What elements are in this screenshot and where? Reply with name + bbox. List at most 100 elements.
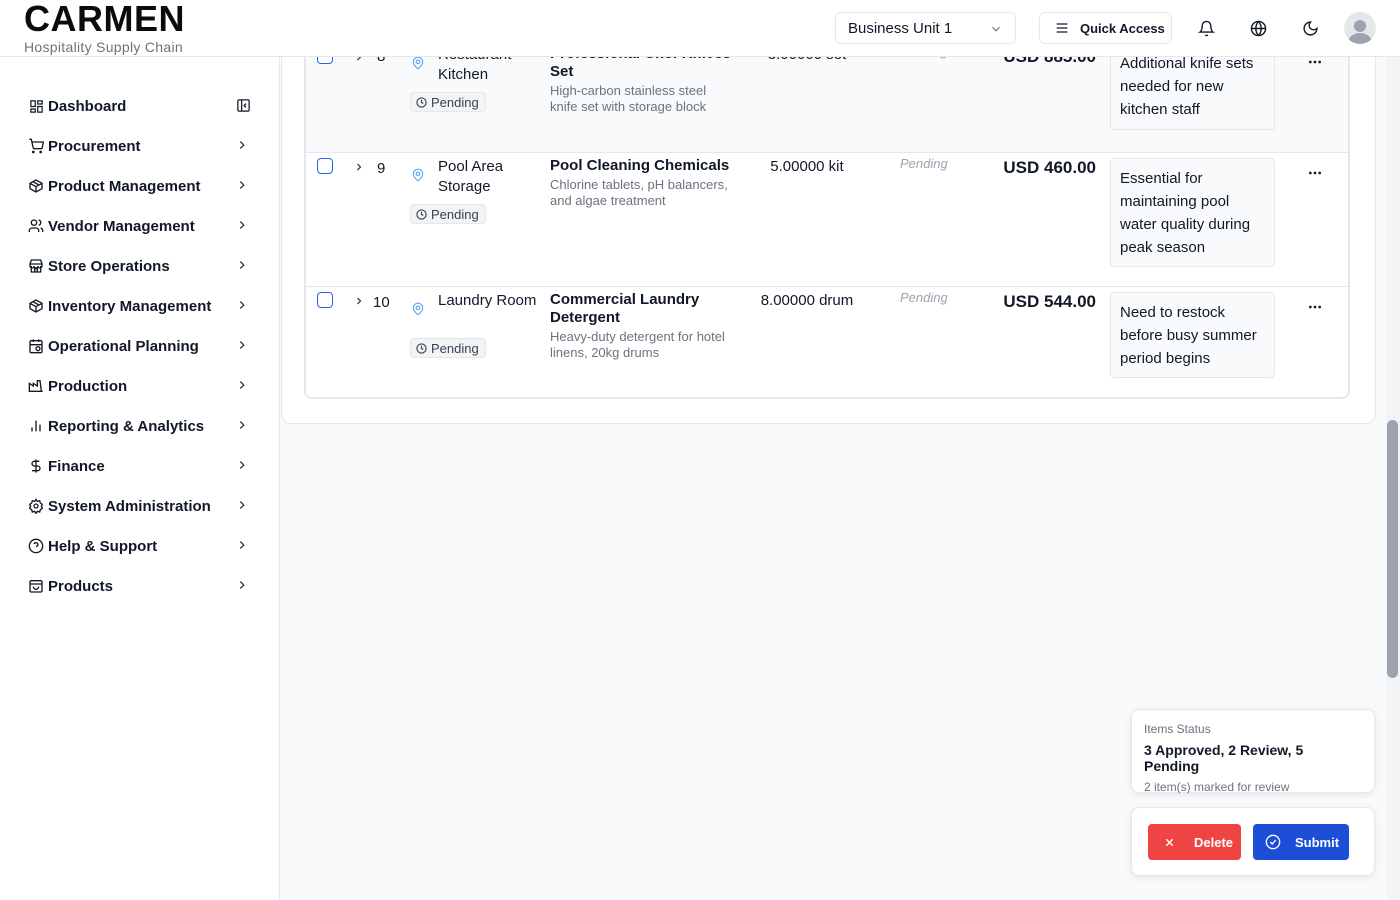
help-circle-icon [28,538,44,554]
delete-label: Delete [1194,834,1234,850]
quantity: 8.00000 drum [760,292,854,309]
collapse-sidebar-icon[interactable] [236,98,251,113]
sidebar-item-label: Vendor Management [48,217,195,235]
sidebar-item-operational-planning[interactable]: Operational Planning [28,334,253,358]
sidebar-item-vendor-management[interactable]: Vendor Management [28,214,253,238]
note-text: Need to restock before busy summer perio… [1120,304,1257,367]
sidebar-item-inventory-management[interactable]: Inventory Management [28,294,253,318]
chevron-right-icon [239,501,245,509]
sidebar-item-product-management[interactable]: Product Management [28,174,253,198]
clock-icon [416,96,427,108]
sidebar-item-label: Finance [48,457,105,475]
items-status-summary: 3 Approved, 2 Review, 5 Pending [1144,742,1304,774]
chevron-right-icon [239,341,245,349]
top-header: CARMEN Hospitality Supply Chain Business… [0,0,1400,57]
status-badge: Pending [410,92,486,112]
sidebar-item-help-support[interactable]: Help & Support [28,534,253,558]
chevron-right-icon [239,141,245,149]
globe-icon [1250,20,1266,36]
sidebar-item-finance[interactable]: Finance [28,454,253,478]
brand-title: CARMEN [24,0,185,39]
sidebar-item-label: Store Operations [48,257,170,275]
chevron-right-icon [239,261,245,269]
notifications-button[interactable] [1194,16,1218,40]
dollar-icon [28,458,44,474]
items-status-note: 2 item(s) marked for review [1144,780,1290,794]
user-avatar-icon [1348,20,1372,44]
scrollbar-thumb[interactable] [1387,420,1398,678]
gear-icon [28,498,44,514]
business-unit-value: Business Unit 1 [848,19,953,37]
sidebar-item-products[interactable]: Products [28,574,253,598]
sidebar-item-label: Products [48,577,114,595]
more-horizontal-icon[interactable] [1307,299,1323,315]
product-name: Commercial Laundry Detergent [550,291,700,326]
product-description: High-carbon stainless steel knife set wi… [550,83,707,114]
sidebar-item-label: Production [48,377,128,395]
cart-icon [28,138,44,154]
package-icon [28,178,44,194]
calendar-icon [28,338,44,354]
bell-icon [1197,20,1215,36]
delete-button[interactable]: Delete [1148,824,1241,860]
sidebar-item-reporting-analytics[interactable]: Reporting & Analytics [28,414,253,438]
map-pin-icon [412,56,424,70]
actions-card: Delete Submit [1131,807,1375,876]
sidebar: Dashboard Procurement Product Management… [0,57,280,900]
bar-chart-icon [28,418,44,434]
shopping-bag-icon [28,578,44,594]
sidebar-item-label: Product Management [48,177,201,195]
location-name: Pool Area Storage [438,158,504,195]
location-name: Laundry Room [438,292,537,309]
item-price: USD 544.00 [1003,292,1096,311]
sidebar-item-label: Inventory Management [48,297,212,315]
status-badge: Pending [410,204,486,224]
chevron-right-icon [239,221,245,229]
users-icon [28,218,44,234]
business-unit-select[interactable]: Business Unit 1 [835,12,1016,44]
table-row: 9 Pool Area Storage Pending Pool Cleanin… [306,153,1348,287]
sidebar-item-label: Help & Support [48,537,158,555]
items-table: 8 Restaurant Kitchen Pending Professiona… [304,47,1350,399]
sidebar-item-dashboard[interactable]: Dashboard [28,94,253,118]
items-status-label: Items Status [1144,722,1211,736]
brand[interactable]: CARMEN Hospitality Supply Chain [24,0,185,56]
chevron-right-icon [239,301,245,309]
sidebar-item-procurement[interactable]: Procurement [28,134,253,158]
submit-label: Submit [1295,834,1340,850]
chevron-right-icon [239,541,245,549]
sidebar-item-production[interactable]: Production [28,374,253,398]
status-text: Pending [431,206,479,222]
language-button[interactable] [1246,16,1270,40]
more-horizontal-icon[interactable] [1307,165,1323,181]
row-number: 10 [373,294,390,311]
item-note: Need to restock before busy summer perio… [1110,292,1275,378]
quantity: 5.00000 kit [770,158,844,175]
chevron-right-icon[interactable] [353,295,365,307]
brand-subtitle: Hospitality Supply Chain [24,39,183,55]
product-name: Pool Cleaning Chemicals [550,157,730,174]
status-text: Pending [431,340,479,356]
map-pin-icon [412,302,424,316]
user-avatar[interactable] [1344,12,1376,44]
close-icon [1165,838,1174,846]
note-text: Additional knife sets needed for new kit… [1120,55,1254,118]
chevron-right-icon [239,181,245,189]
theme-toggle-button[interactable] [1298,16,1322,40]
clock-icon [416,342,427,354]
sidebar-item-label: Operational Planning [48,337,199,355]
sidebar-item-store-operations[interactable]: Store Operations [28,254,253,278]
chevron-right-icon [239,381,245,389]
row-checkbox[interactable] [317,158,333,174]
sidebar-item-label: Reporting & Analytics [48,417,205,435]
submit-button[interactable]: Submit [1253,824,1349,860]
chevron-right-icon[interactable] [353,161,365,173]
row-checkbox[interactable] [317,292,333,308]
product-description: Heavy-duty detergent for hotel linens, 2… [550,329,725,360]
note-text: Essential for maintaining pool water qua… [1120,170,1251,256]
approval-status: Pending [900,290,948,305]
moon-icon [1302,20,1318,36]
quick-access-button[interactable]: Quick Access [1039,12,1172,44]
map-pin-icon [412,168,424,182]
sidebar-item-system-administration[interactable]: System Administration [28,494,253,518]
